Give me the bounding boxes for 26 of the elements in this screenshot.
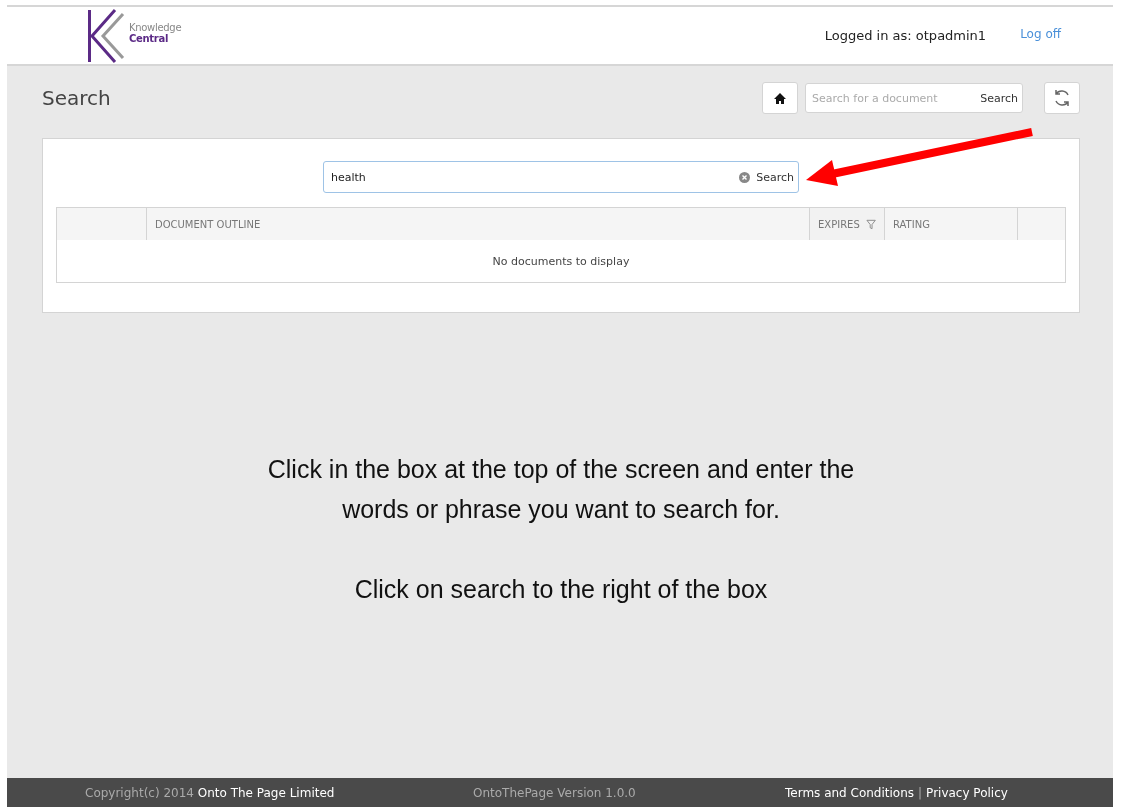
home-icon bbox=[774, 92, 786, 104]
instruction-text: Click on search to the right of the box bbox=[353, 574, 769, 605]
logo-icon bbox=[87, 7, 127, 64]
empty-message: No documents to display bbox=[492, 254, 630, 268]
version-text: OntoThePage Version 1.0.0 bbox=[473, 785, 637, 800]
column-label[interactable]: RATING bbox=[893, 218, 930, 230]
search-button[interactable]: Search bbox=[976, 91, 1022, 105]
column-label[interactable]: DOCUMENT OUTLINE bbox=[155, 218, 261, 230]
page-title: Search bbox=[42, 86, 111, 110]
logo-text: Knowledge bbox=[129, 21, 182, 33]
instruction-text: Click in the box at the top of the screen and enter the words or phrase you want to search for. bbox=[266, 454, 856, 525]
home-button[interactable] bbox=[762, 82, 798, 114]
clear-icon[interactable] bbox=[739, 171, 751, 183]
user-label: Logged in as: otpadmin1 bbox=[824, 28, 987, 43]
filter-icon[interactable] bbox=[865, 218, 876, 230]
refresh-icon bbox=[1052, 88, 1072, 108]
privacy-link[interactable]: Privacy Policy bbox=[926, 785, 1008, 800]
logo-text: Central bbox=[129, 32, 169, 44]
column-label[interactable]: EXPIRES bbox=[818, 218, 860, 230]
refresh-button[interactable] bbox=[1044, 82, 1080, 114]
separator: | bbox=[918, 785, 923, 800]
copyright-text: Copyright(c) 2014 Onto The Page Limited bbox=[85, 785, 336, 800]
document-search-field[interactable]: Search for a document Search bbox=[805, 83, 1023, 113]
terms-link[interactable]: Terms and Conditions bbox=[785, 785, 915, 800]
search-field[interactable]: health Search bbox=[323, 161, 799, 193]
search-button[interactable]: Search bbox=[735, 170, 798, 184]
